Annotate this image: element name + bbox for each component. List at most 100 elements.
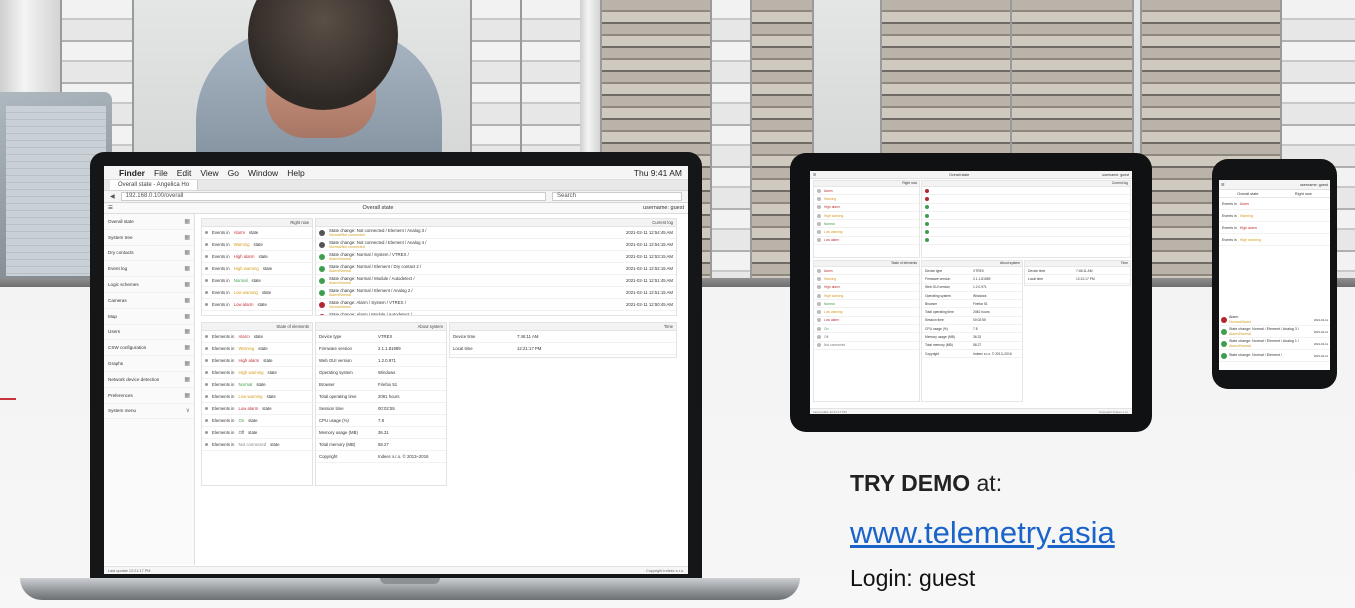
state-name: High alarm	[1239, 225, 1258, 230]
tablet-right-now-row[interactable]: Warning	[814, 195, 919, 204]
phone-log-row[interactable]: State change: Normal / Element / Analog …	[1219, 338, 1330, 350]
tablet-right-now-row[interactable]: Normal	[814, 220, 919, 229]
phone-header: ☰ username: guest	[1219, 180, 1330, 190]
tablet-right-now-row[interactable]: High alarm	[814, 204, 919, 212]
menu-file[interactable]: File	[154, 168, 168, 178]
menu-view[interactable]: View	[200, 168, 218, 178]
sidebar-item[interactable]: Preferences ▦	[104, 388, 194, 404]
right-now-row[interactable]: Events in Low alarm state	[202, 299, 312, 311]
menu-window[interactable]: Window	[248, 168, 278, 178]
right-now-row[interactable]: Events in High warning state	[202, 263, 312, 275]
log-row[interactable]: State change: Normal / Element / Dry con…	[316, 263, 676, 275]
log-event: State change: Normal / Element / Analog …	[329, 288, 413, 298]
menu-icon[interactable]: ☰	[1221, 182, 1224, 187]
phone-log-row[interactable]: Alarm Normal/Alarm 2021-02-11	[1219, 314, 1330, 326]
tablet-elements-row[interactable]: On	[814, 325, 919, 334]
sidebar-item[interactable]: Dry contacts ▦	[104, 246, 194, 262]
user-label[interactable]: username: guest	[643, 205, 684, 211]
log-row[interactable]: State change: Alarm / System / VTREX / No…	[316, 299, 676, 311]
right-now-row[interactable]: Events in Normal state	[202, 275, 312, 287]
log-row[interactable]: State change: Not connected / Element / …	[316, 239, 676, 251]
tablet-elements-row[interactable]: Not connected	[814, 342, 919, 350]
elements-row[interactable]: Elements in Not connected state	[202, 439, 312, 451]
tablet-log-row[interactable]	[922, 237, 1130, 246]
browser-tab[interactable]: Overall state - Angelica Ho	[110, 180, 199, 190]
menu-edit[interactable]: Edit	[177, 168, 192, 178]
elements-row[interactable]: Elements in Normal state	[202, 379, 312, 391]
tablet-log-row[interactable]	[922, 195, 1130, 204]
tablet-log-row[interactable]	[922, 187, 1130, 196]
tablet-log-row[interactable]	[922, 204, 1130, 212]
bullet-icon	[817, 293, 821, 298]
tablet-elements-row[interactable]: High warning	[814, 292, 919, 301]
tablet-elements-row[interactable]: Low warning	[814, 308, 919, 317]
tablet-right-now-row[interactable]: Low alarm	[814, 237, 919, 246]
phone-state-row[interactable]: Events in High alarm	[1219, 222, 1330, 234]
sidebar-item[interactable]: CSW configuration ▦	[104, 340, 194, 357]
elements-row[interactable]: Elements in Low alarm state	[202, 403, 312, 415]
tablet-user[interactable]: username: guest	[1102, 173, 1129, 177]
phone-state-row[interactable]: Events in Warning	[1219, 210, 1330, 222]
right-now-row[interactable]: Events in Low warning state	[202, 287, 312, 299]
sidebar-item[interactable]: Graphs ▦	[104, 356, 194, 372]
tablet-log-row[interactable]	[922, 212, 1130, 221]
phone-state-row[interactable]: Events in Alarm	[1219, 198, 1330, 210]
right-now-row[interactable]: Events in Alarm state	[202, 227, 312, 239]
tablet-log-row[interactable]	[922, 228, 1130, 237]
right-now-row[interactable]: Events in Warning state	[202, 239, 312, 251]
phone-user[interactable]: username: guest	[1300, 183, 1328, 187]
tablet-elements-row[interactable]: Off	[814, 333, 919, 342]
tablet-elements-row[interactable]: High alarm	[814, 284, 919, 292]
elements-row[interactable]: Elements in High warning state	[202, 367, 312, 379]
demo-link[interactable]: www.telemetry.asia	[850, 515, 1115, 551]
phone-log-row[interactable]: State change: Normal / Element / 2021-02-…	[1219, 350, 1330, 362]
sidebar-item[interactable]: Event log ▦	[104, 261, 194, 278]
menu-help[interactable]: Help	[287, 168, 304, 178]
sidebar-item[interactable]: System menu ∨	[104, 404, 194, 420]
laptop-screen: Finder File Edit View Go Window Help Thu…	[104, 166, 688, 574]
tablet-elements-row[interactable]: Normal	[814, 300, 919, 309]
kv-value: Firefox 51	[378, 382, 398, 387]
browser-search[interactable]: Search	[552, 192, 682, 201]
sidebar-item[interactable]: Map ▦	[104, 309, 194, 325]
elements-row[interactable]: Elements in Alarm state	[202, 331, 312, 343]
kv-value: 12:21:17 PM	[1076, 276, 1095, 281]
tablet-log-row[interactable]	[922, 220, 1130, 229]
sidebar-item[interactable]: System tree ▦	[104, 230, 194, 246]
menu-go[interactable]: Go	[228, 168, 239, 178]
state-name: Normal	[238, 382, 253, 387]
tablet-elements-row[interactable]: Warning	[814, 275, 919, 284]
link-icon: ▦	[184, 282, 190, 289]
tab-right-now[interactable]: Right now	[1295, 192, 1312, 196]
tablet-elements-row[interactable]: Low alarm	[814, 317, 919, 326]
phone-state-row[interactable]: Events in High warning	[1219, 234, 1330, 246]
elements-row[interactable]: Elements in Off state	[202, 427, 312, 439]
address-bar[interactable]: 192.168.0.100/overall	[120, 192, 546, 201]
log-row[interactable]: State change: Normal / System / VTREX / A…	[316, 251, 676, 263]
right-now-row[interactable]: Events in High alarm state	[202, 251, 312, 263]
sidebar-item[interactable]: Network device detection ▦	[104, 372, 194, 388]
phone-log-row[interactable]: State change: Normal / Element / Analog …	[1219, 326, 1330, 338]
tablet-right-now-row[interactable]: Low warning	[814, 228, 919, 237]
sidebar-item[interactable]: Logic schemes ▦	[104, 277, 194, 293]
elements-row[interactable]: Elements in Warning state	[202, 343, 312, 355]
elements-row[interactable]: Elements in On state	[202, 415, 312, 427]
log-row[interactable]: State change: Normal / Element / Analog …	[316, 287, 676, 299]
tablet-elements-row[interactable]: Alarm	[814, 267, 919, 276]
tab-overall-state[interactable]: Overall state	[1237, 192, 1258, 196]
log-row[interactable]: State change: Not connected / Element / …	[316, 227, 676, 239]
sidebar-item[interactable]: Overall state ▦	[104, 214, 194, 230]
sidebar-item[interactable]: Cameras ▦	[104, 293, 194, 309]
elements-row[interactable]: Elements in Low warning state	[202, 391, 312, 403]
elements-row[interactable]: Elements in High alarm state	[202, 355, 312, 367]
state-label: Elements in	[212, 442, 235, 447]
back-icon[interactable]: ◀	[110, 193, 115, 200]
log-row[interactable]: State change: Alarm / Module / Autodetec…	[316, 311, 676, 315]
log-row[interactable]: State change: Normal / Module / Autodete…	[316, 275, 676, 287]
sidebar-item[interactable]: Users ▦	[104, 325, 194, 341]
state-suffix: state	[253, 242, 263, 247]
menu-finder[interactable]: Finder	[119, 168, 145, 178]
tablet-right-now-row[interactable]: Alarm	[814, 187, 919, 196]
status-dot-icon	[925, 205, 929, 210]
tablet-right-now-row[interactable]: High warning	[814, 212, 919, 221]
